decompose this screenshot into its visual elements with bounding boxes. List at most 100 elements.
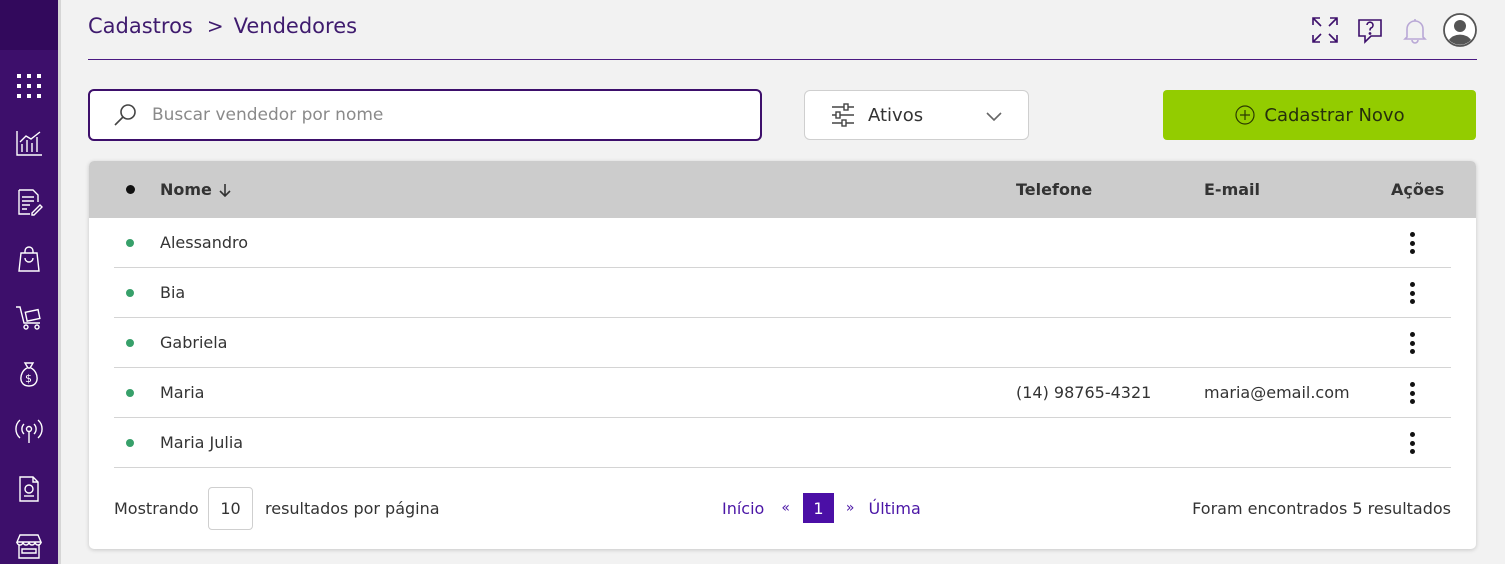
- phone-column-header: Telefone: [1016, 180, 1093, 199]
- filter-sliders-icon: [832, 103, 854, 127]
- sidebar-item-store[interactable]: [0, 524, 58, 564]
- row-actions-button[interactable]: [1400, 430, 1424, 456]
- active-status-dot: [126, 389, 134, 397]
- sidebar: $: [0, 0, 58, 564]
- search-input[interactable]: [152, 105, 712, 125]
- results-count: Foram encontrados 5 resultados: [1192, 499, 1451, 518]
- sidebar-item-finance[interactable]: $: [0, 352, 58, 396]
- seller-name: Maria: [160, 383, 205, 402]
- row-actions-button[interactable]: [1400, 230, 1424, 256]
- sidebar-item-integrations[interactable]: [0, 409, 58, 453]
- table-row[interactable]: Maria Julia: [114, 418, 1451, 468]
- pagination-current-page[interactable]: 1: [802, 493, 834, 523]
- sellers-table-card: Nome Telefone E-mail Ações Alessandro Bi…: [89, 161, 1476, 549]
- help-icon: [1358, 19, 1382, 44]
- notifications-button[interactable]: [1398, 13, 1432, 47]
- kebab-dot: [1409, 240, 1415, 246]
- seller-name: Alessandro: [160, 233, 249, 252]
- add-seller-label: Cadastrar Novo: [1264, 104, 1405, 126]
- help-button[interactable]: [1353, 13, 1387, 47]
- kebab-dot: [1409, 399, 1415, 404]
- plus-circle-icon: [1235, 105, 1256, 125]
- table-row[interactable]: Bia: [114, 268, 1451, 318]
- active-status-dot: [126, 289, 134, 297]
- seller-name: Gabriela: [160, 333, 228, 352]
- name-column-label: Nome: [160, 180, 212, 199]
- sidebar-item-reports[interactable]: [0, 121, 58, 165]
- kebab-dot: [1409, 382, 1415, 387]
- pagination-prev[interactable]: «: [781, 500, 790, 516]
- apps-grid-icon: [17, 74, 41, 98]
- pagination: Início « 1 » Última: [722, 493, 921, 523]
- per-page-label: resultados por página: [265, 499, 440, 518]
- kebab-dot: [1409, 349, 1415, 354]
- shopping-bag-icon: [18, 246, 40, 272]
- money-bag-icon: $: [20, 362, 38, 387]
- sidebar-item-orders[interactable]: [0, 180, 58, 224]
- table-header: Nome Telefone E-mail Ações: [89, 161, 1476, 218]
- bell-icon: [1403, 19, 1427, 44]
- page-header: Cadastros > Vendedores: [88, 0, 1477, 60]
- sort-by-name-header[interactable]: Nome: [160, 180, 232, 199]
- kebab-dot: [1409, 249, 1415, 254]
- pagination-next[interactable]: »: [846, 500, 855, 516]
- table-row[interactable]: Maria (14) 98765-4321 maria@email.com: [114, 368, 1451, 418]
- sidebar-item-purchases[interactable]: [0, 295, 58, 339]
- seller-phone: (14) 98765-4321: [1016, 383, 1152, 402]
- row-actions-button[interactable]: [1400, 330, 1424, 356]
- showing-label: Mostrando: [114, 499, 199, 518]
- row-actions-button[interactable]: [1400, 280, 1424, 306]
- kebab-dot: [1409, 282, 1415, 287]
- kebab-dot: [1409, 299, 1415, 304]
- breadcrumb: Cadastros > Vendedores: [88, 14, 357, 38]
- active-status-dot: [126, 239, 134, 247]
- search-box: [88, 89, 762, 141]
- breadcrumb-current: Vendedores: [233, 14, 358, 38]
- pagination-last[interactable]: Última: [869, 499, 921, 518]
- active-status-dot: [126, 339, 134, 347]
- user-avatar-button[interactable]: [1443, 13, 1477, 47]
- active-status-dot: [126, 439, 134, 447]
- status-filter-select[interactable]: Ativos: [804, 90, 1029, 140]
- fullscreen-button[interactable]: [1308, 13, 1342, 47]
- report-icon: [19, 476, 39, 502]
- breadcrumb-parent[interactable]: Cadastros: [88, 14, 193, 38]
- kebab-dot: [1409, 332, 1415, 337]
- arrow-down-icon: [219, 183, 231, 197]
- kebab-dot: [1409, 340, 1415, 346]
- kebab-dot: [1409, 449, 1415, 454]
- seller-email: maria@email.com: [1204, 383, 1350, 402]
- kebab-dot: [1409, 290, 1415, 296]
- kebab-dot: [1409, 440, 1415, 446]
- svg-text:$: $: [25, 372, 32, 385]
- header-actions: [1297, 13, 1477, 47]
- fullscreen-icon: [1312, 17, 1338, 43]
- sidebar-item-apps[interactable]: [0, 64, 58, 108]
- broadcast-icon: [15, 419, 43, 443]
- seller-name: Maria Julia: [160, 433, 244, 452]
- add-seller-button[interactable]: Cadastrar Novo: [1163, 90, 1476, 140]
- chart-icon: [16, 131, 42, 156]
- chevron-down-icon: [986, 112, 1002, 122]
- status-filter-value: Ativos: [868, 104, 924, 126]
- user-avatar-icon: [1443, 13, 1477, 47]
- table-footer: Mostrando 10 resultados por página Iníci…: [89, 486, 1476, 530]
- row-actions-button[interactable]: [1400, 380, 1424, 406]
- kebab-dot: [1409, 390, 1415, 396]
- sidebar-item-documents[interactable]: [0, 467, 58, 511]
- status-column-header: [126, 185, 135, 194]
- seller-name: Bia: [160, 283, 186, 302]
- sidebar-divider: [58, 0, 61, 564]
- cart-icon: [16, 306, 41, 330]
- table-row[interactable]: Alessandro: [114, 218, 1451, 268]
- sidebar-top: [0, 0, 58, 50]
- actions-column-header: Ações: [1391, 180, 1445, 199]
- kebab-dot: [1409, 232, 1415, 237]
- email-column-header: E-mail: [1204, 180, 1261, 199]
- per-page-select[interactable]: 10: [208, 487, 253, 530]
- document-edit-icon: [18, 189, 43, 216]
- store-icon: [15, 534, 43, 559]
- table-row[interactable]: Gabriela: [114, 318, 1451, 368]
- pagination-first[interactable]: Início: [722, 499, 764, 518]
- sidebar-item-products[interactable]: [0, 237, 58, 281]
